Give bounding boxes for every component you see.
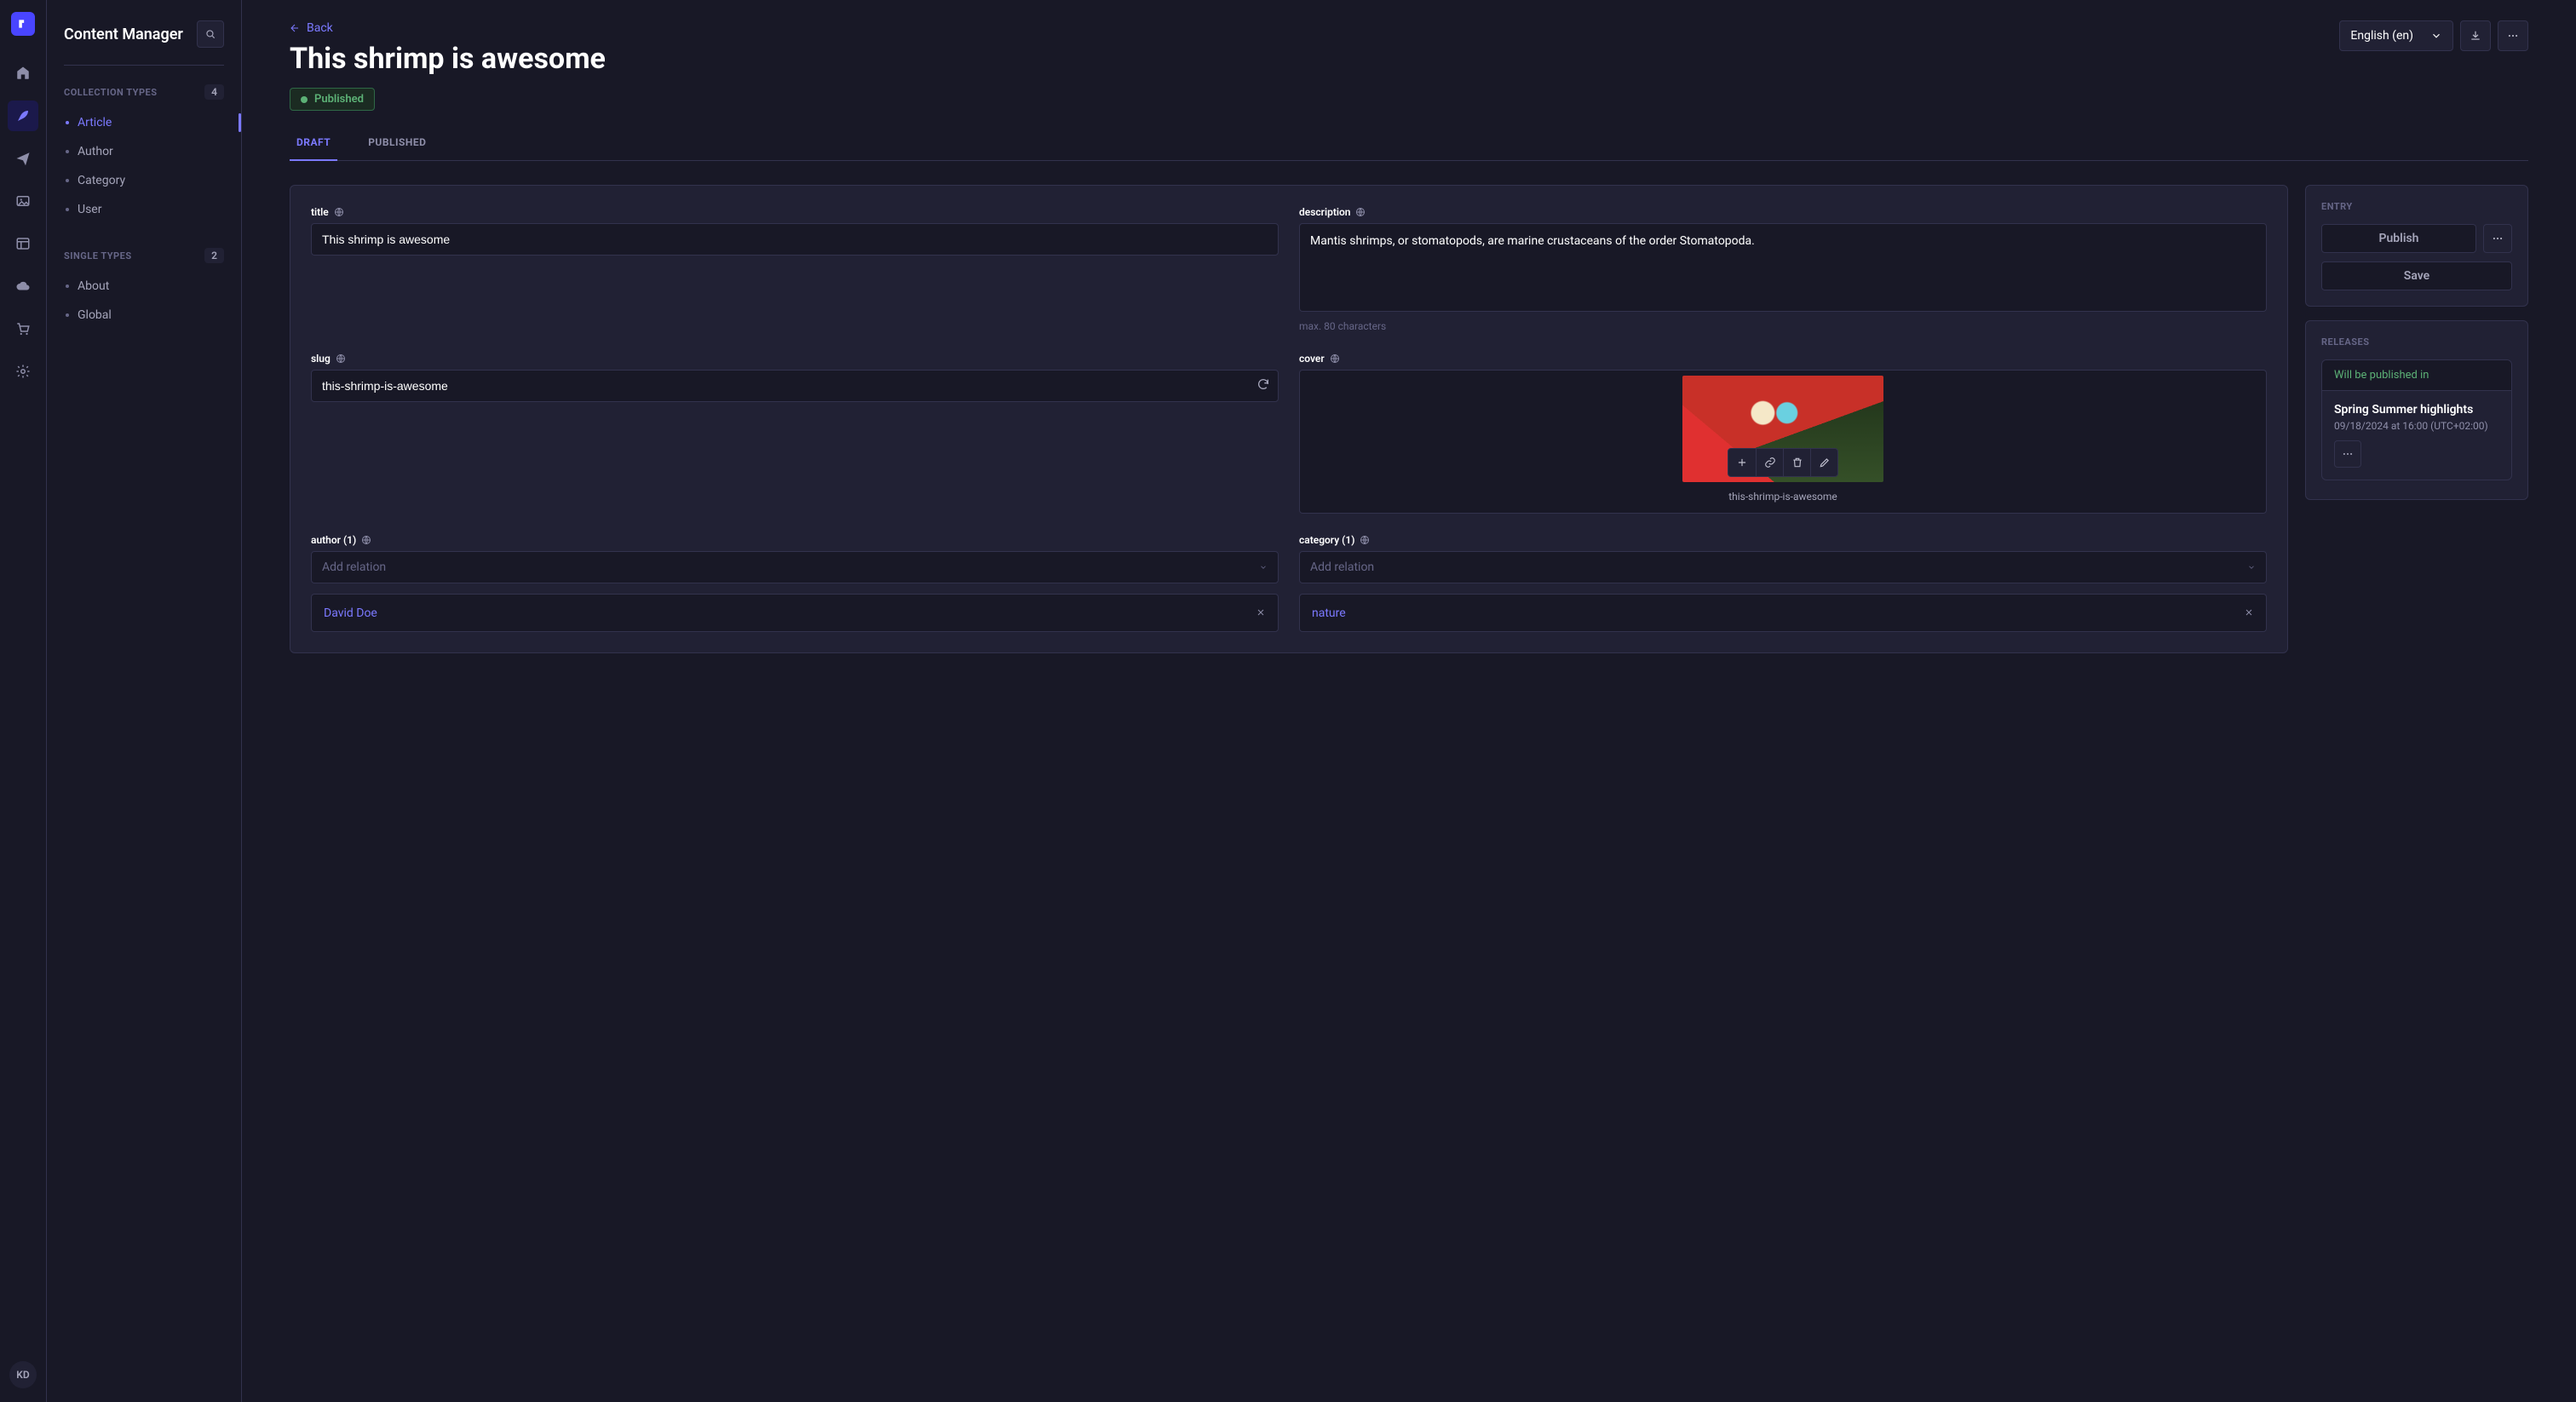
- nav-content-icon[interactable]: [8, 101, 38, 131]
- slug-regenerate-button[interactable]: [1256, 377, 1270, 394]
- release-name: Spring Summer highlights: [2334, 403, 2499, 417]
- publish-more-button[interactable]: [2483, 224, 2512, 253]
- select-author-placeholder: Add relation: [322, 560, 386, 574]
- sidebar-title: Content Manager: [64, 26, 183, 43]
- release-card: Will be published in Spring Summer highl…: [2321, 359, 2512, 480]
- tab-published[interactable]: Published: [361, 136, 433, 160]
- content-sidebar: Content Manager Collection Types 4 Artic…: [47, 0, 242, 1402]
- nav-item-category[interactable]: Category: [47, 166, 241, 195]
- nav-item-about[interactable]: About: [47, 272, 241, 301]
- more-button[interactable]: [2498, 20, 2528, 51]
- back-label: Back: [307, 21, 333, 35]
- section-label-collection: Collection Types: [64, 87, 158, 98]
- field-category: category (1) Add relation nature: [1299, 534, 2267, 632]
- cover-caption: this-shrimp-is-awesome: [1728, 491, 1837, 503]
- select-category[interactable]: Add relation: [1299, 551, 2267, 583]
- save-button[interactable]: Save: [2321, 261, 2512, 290]
- author-chip: David Doe: [311, 594, 1279, 632]
- tabs: Draft Published: [290, 136, 2528, 161]
- cover-add-button[interactable]: [1728, 449, 1756, 476]
- globe-icon: [336, 353, 346, 364]
- nav-send-icon[interactable]: [8, 143, 38, 174]
- locale-value: English (en): [2350, 29, 2413, 43]
- nav-settings-icon[interactable]: [8, 356, 38, 387]
- field-author: author (1) Add relation David Doe: [311, 534, 1279, 632]
- category-chip: nature: [1299, 594, 2267, 632]
- status-badge: Published: [290, 88, 375, 111]
- nav-item-global[interactable]: Global: [47, 301, 241, 330]
- globe-icon: [334, 207, 344, 217]
- globe-icon: [1360, 535, 1370, 545]
- globe-icon: [1330, 353, 1340, 364]
- nav-item-author[interactable]: Author: [47, 137, 241, 166]
- nav-cloud-icon[interactable]: [8, 271, 38, 302]
- releases-panel-title: Releases: [2321, 336, 2512, 348]
- sidebar-search-button[interactable]: [197, 20, 224, 48]
- entry-panel-title: Entry: [2321, 201, 2512, 212]
- section-count-collection: 4: [204, 84, 224, 100]
- nav-item-user[interactable]: User: [47, 195, 241, 224]
- cover-link-button[interactable]: [1756, 449, 1783, 476]
- field-description: description max. 80 characters: [1299, 206, 2267, 332]
- locale-select[interactable]: English (en): [2339, 20, 2453, 51]
- select-category-placeholder: Add relation: [1310, 560, 1374, 574]
- release-more-button[interactable]: [2334, 440, 2361, 468]
- nav-builder-icon[interactable]: [8, 228, 38, 259]
- aside: Entry Publish Save Releases Will be publ…: [2305, 185, 2528, 500]
- nav-home-icon[interactable]: [8, 58, 38, 89]
- tab-draft[interactable]: Draft: [290, 136, 337, 160]
- section-label-single: Single Types: [64, 250, 132, 261]
- category-chip-name[interactable]: nature: [1312, 606, 1346, 620]
- field-cover: cover this-shrimp-is-awesome: [1299, 353, 2267, 514]
- select-author[interactable]: Add relation: [311, 551, 1279, 583]
- section-count-single: 2: [204, 248, 224, 263]
- author-chip-name[interactable]: David Doe: [324, 606, 377, 620]
- cover-delete-button[interactable]: [1783, 449, 1810, 476]
- label-slug: slug: [311, 353, 331, 365]
- input-title[interactable]: [311, 223, 1279, 256]
- nav-media-icon[interactable]: [8, 186, 38, 216]
- field-slug: slug: [311, 353, 1279, 514]
- caret-down-icon: [2247, 563, 2256, 572]
- label-cover: cover: [1299, 353, 1325, 365]
- label-category: category (1): [1299, 534, 1354, 546]
- author-chip-remove[interactable]: [1256, 605, 1266, 621]
- nav-marketplace-icon[interactable]: [8, 313, 38, 344]
- field-title: title: [311, 206, 1279, 332]
- caret-down-icon: [1259, 563, 1268, 572]
- nav-item-article[interactable]: Article: [47, 108, 241, 137]
- entry-panel: Entry Publish Save: [2305, 185, 2528, 307]
- label-description: description: [1299, 206, 1350, 218]
- input-description[interactable]: [1299, 223, 2267, 312]
- user-avatar[interactable]: KD: [9, 1361, 37, 1388]
- label-author: author (1): [311, 534, 356, 546]
- release-date: 09/18/2024 at 16:00 (UTC+02:00): [2334, 420, 2499, 432]
- download-button[interactable]: [2460, 20, 2491, 51]
- globe-icon: [361, 535, 371, 545]
- help-description: max. 80 characters: [1299, 320, 2267, 332]
- main-content: Back This shrimp is awesome Published En…: [242, 0, 2576, 1402]
- category-chip-remove[interactable]: [2244, 605, 2254, 621]
- app-logo[interactable]: [11, 12, 35, 36]
- release-status: Will be published in: [2322, 360, 2511, 391]
- input-slug[interactable]: [311, 370, 1279, 402]
- page-title: This shrimp is awesome: [290, 42, 606, 76]
- cover-image: [1682, 376, 1883, 482]
- nav-rail: KD: [0, 0, 47, 1402]
- back-link[interactable]: Back: [290, 21, 333, 35]
- cover-edit-button[interactable]: [1810, 449, 1837, 476]
- form-panel: title description max. 80 characters: [290, 185, 2288, 653]
- caret-down-icon: [2430, 30, 2442, 42]
- publish-button[interactable]: Publish: [2321, 224, 2476, 253]
- globe-icon: [1355, 207, 1366, 217]
- label-title: title: [311, 206, 329, 218]
- releases-panel: Releases Will be published in Spring Sum…: [2305, 320, 2528, 500]
